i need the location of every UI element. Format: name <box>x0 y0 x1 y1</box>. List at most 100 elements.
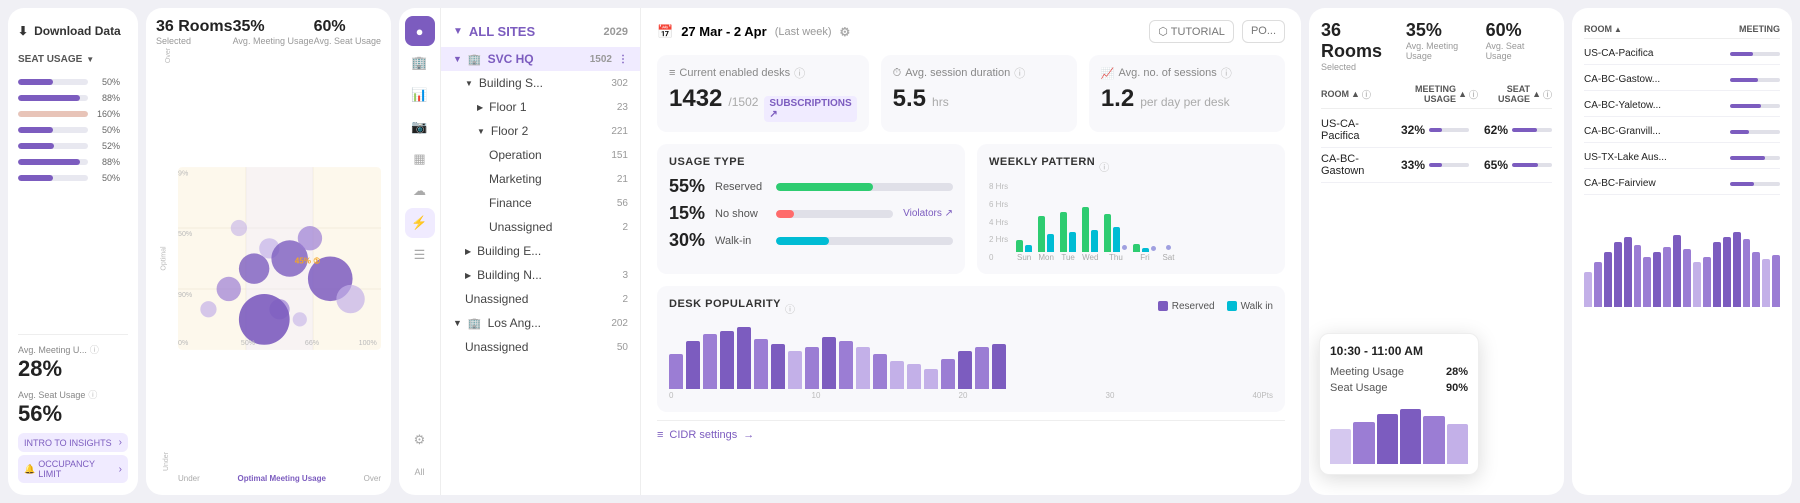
building-s[interactable]: ▼ Building S... 302 <box>441 71 640 95</box>
all-sites-header[interactable]: ▼ ALL SITES 2029 <box>441 16 640 47</box>
desk-icon: ≡ <box>669 67 675 79</box>
popup-meeting: Meeting Usage 28% <box>1330 364 1468 380</box>
nav-icon-lightning[interactable]: ⚡ <box>405 208 435 238</box>
sort-icon-room[interactable]: ▲ <box>1351 89 1360 99</box>
rp2-row-0[interactable]: US-CA-Pacifica <box>1584 43 1780 65</box>
nav-icon-list[interactable]: ☰ <box>405 240 435 270</box>
nav-icon-cloud[interactable]: ☁ <box>405 176 435 206</box>
info-icon-desk: ⓘ <box>794 65 805 81</box>
chevron-down-icon: ▼ <box>453 26 463 37</box>
building-icon-la: 🏢 <box>468 317 482 330</box>
finance-item[interactable]: Finance 56 <box>441 191 640 215</box>
enabled-desks-card: ≡ Current enabled desks ⓘ 1432 /1502 SUB… <box>657 55 869 132</box>
legend-reserved: Reserved <box>1158 301 1215 312</box>
rooms-selected-stat: 36 Rooms Selected <box>156 18 232 46</box>
svg-text:66%: 66% <box>305 339 320 347</box>
day-wed: Wed <box>1082 187 1098 262</box>
usage-type-card: USAGE TYPE 55% Reserved 15% No show Viol… <box>657 144 965 274</box>
site-losangeles[interactable]: ▼ 🏢 Los Ang... 202 <box>441 311 640 335</box>
rp1-meeting: 35% Avg. Meeting Usage <box>1406 20 1486 72</box>
sort-icon-seat[interactable]: ▲ <box>1532 89 1541 99</box>
big-chart <box>1584 207 1780 483</box>
rp2-row-3[interactable]: CA-BC-Granvill... <box>1584 121 1780 143</box>
chevron-right-icon-f1: ▶ <box>477 103 483 112</box>
popularity-bars <box>669 324 1273 389</box>
chevron-down-icon-la: ▼ <box>453 318 462 328</box>
arrow-right-icon: › <box>119 437 122 448</box>
bar-row-2: 88% <box>18 93 128 103</box>
session-duration-card: ⏱ Avg. session duration ⓘ 5.5 hrs <box>881 55 1077 132</box>
weekly-bars: Sun Mon <box>1016 182 1273 262</box>
tutorial-btn[interactable]: ⬡ TUTORIAL <box>1149 20 1234 43</box>
main-content-header: 📅 27 Mar - 2 Apr (Last week) ⚙ ⬡ TUTORIA… <box>657 20 1285 43</box>
info-icon-room: ⓘ <box>1362 88 1371 101</box>
info-icon: ⓘ <box>90 343 99 356</box>
svg-text:9%: 9% <box>178 169 189 177</box>
rp2-row-5[interactable]: CA-BC-Fairview <box>1584 173 1780 195</box>
dots-icon: ⋮ <box>618 54 628 65</box>
rp2-row-1[interactable]: CA-BC-Gastow... <box>1584 69 1780 91</box>
rp1-row-0[interactable]: US-CA-Pacifica 32% 62% <box>1321 113 1552 148</box>
nav-icon-camera[interactable]: 📷 <box>405 112 435 142</box>
po-btn[interactable]: PO... <box>1242 20 1285 43</box>
svg-text:50%: 50% <box>178 230 193 238</box>
intro-insights-btn[interactable]: INTRO TO INSIGHTS › <box>18 433 128 452</box>
floor-1[interactable]: ▶ Floor 1 23 <box>441 95 640 119</box>
unassigned-la[interactable]: Unassigned 50 <box>441 335 640 359</box>
site-nav: ▼ ALL SITES 2029 ▼ 🏢 SVC HQ 1502 ⋮ ▼ Bui… <box>441 8 641 495</box>
avg-meeting-metric: Avg. Meeting U... ⓘ 28% <box>18 343 128 382</box>
operation-item[interactable]: Operation 151 <box>441 143 640 167</box>
cidr-footer[interactable]: ≡ CIDR settings → <box>657 420 1285 441</box>
building-n[interactable]: ▶ Building N... 3 <box>441 263 640 287</box>
x-axis-popularity: 0 10 20 30 40Pts <box>669 391 1273 400</box>
download-label: Download Data <box>34 24 121 38</box>
rp2-row-4[interactable]: US-TX-Lake Aus... <box>1584 147 1780 169</box>
sessions-count-card: 📈 Avg. no. of sessions ⓘ 1.2 per day per… <box>1089 55 1285 132</box>
nav-icon-building[interactable]: 🏢 <box>405 48 435 78</box>
unassigned-f2[interactable]: Unassigned 2 <box>441 215 640 239</box>
clock-icon: ⏱ <box>893 67 902 80</box>
building-e[interactable]: ▶ Building E... <box>441 239 640 263</box>
info-icon-session: ⓘ <box>1014 65 1025 81</box>
info-icon-sessions: ⓘ <box>1221 65 1232 81</box>
popup-time: 10:30 - 11:00 AM <box>1330 344 1468 358</box>
subscriptions-link[interactable]: SUBSCRIPTIONS ↗ <box>764 96 856 122</box>
seat-usage-bars: 50% 88% 160% 50% 52% 88% 50% <box>18 77 128 183</box>
marketing-item[interactable]: Marketing 21 <box>441 167 640 191</box>
day-mon: Mon <box>1038 187 1054 262</box>
reserved-usage-row: 55% Reserved <box>669 176 953 197</box>
sort-icon-rp2[interactable]: ▲ <box>1614 25 1622 34</box>
bar-row-1: 50% <box>18 77 128 87</box>
site-svchq[interactable]: ▼ 🏢 SVC HQ 1502 ⋮ <box>441 47 640 71</box>
svg-text:0%: 0% <box>178 339 189 347</box>
day-fri: Fri <box>1133 187 1156 262</box>
unassigned-svchq[interactable]: Unassigned 2 <box>441 287 640 311</box>
day-tue: Tue <box>1060 187 1076 262</box>
rp2-row-2[interactable]: CA-BC-Yaletow... <box>1584 95 1780 117</box>
chevron-right-icon-bn: ▶ <box>465 271 471 280</box>
nav-icon-settings[interactable]: ⚙ <box>405 425 435 455</box>
rp1-row-1[interactable]: CA-BC-Gastown 33% 65% <box>1321 148 1552 183</box>
nav-icon-home[interactable]: ● <box>405 16 435 46</box>
violators-link[interactable]: Violators ↗ <box>903 208 953 219</box>
nav-icon-grid[interactable]: ▦ <box>405 144 435 174</box>
all-sites-label: ALL SITES <box>469 24 535 39</box>
bar-row-3: 160% <box>18 109 128 119</box>
nav-icon-all[interactable]: All <box>405 457 435 487</box>
settings-icon-date[interactable]: ⚙ <box>840 25 851 39</box>
bar-row-4: 50% <box>18 125 128 135</box>
download-button[interactable]: ⬇ Download Data <box>18 20 128 42</box>
floor-2[interactable]: ▼ Floor 2 221 <box>441 119 640 143</box>
sort-icon-meeting[interactable]: ▲ <box>1458 89 1467 99</box>
rp1-table-header: ROOM ▲ ⓘ MEETING USAGE ▲ ⓘ SEAT USAGE ▲ … <box>1321 80 1552 109</box>
occupancy-limit-btn[interactable]: 🔔 OCCUPANCY LIMIT › <box>18 455 128 483</box>
popularity-legend: Reserved Walk in <box>1158 301 1273 312</box>
left-panel: ⬇ Download Data SEAT USAGE ▼ 50% 88% 160… <box>8 8 138 495</box>
rp1-seat: 60% Avg. Seat Usage <box>1486 20 1552 72</box>
desk-popularity-title: DESK POPULARITY <box>669 298 781 310</box>
building-icon-svc: 🏢 <box>468 53 482 66</box>
main-panel: ● 🏢 📊 📷 ▦ ☁ ⚡ ☰ ⚙ All ▼ ALL SITES 2029 ▼… <box>399 8 1301 495</box>
nav-icon-chart[interactable]: 📊 <box>405 80 435 110</box>
seat-usage-label: SEAT USAGE ▼ <box>18 54 128 65</box>
walkin-usage-row: 30% Walk-in <box>669 230 953 251</box>
